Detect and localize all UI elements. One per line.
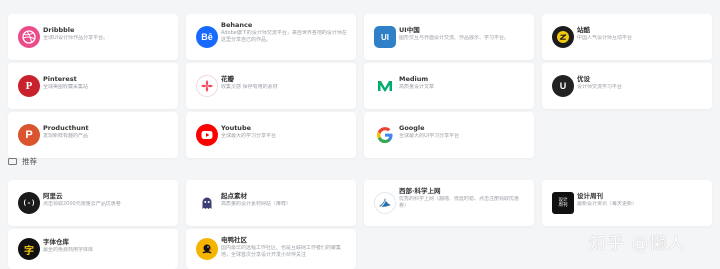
card-desc: 点击领取2000元限量云产品优惠卷: [43, 201, 121, 207]
card-desc: 收集灵感 保存有用的素材: [221, 84, 278, 90]
card-name: 阿里云: [43, 192, 63, 200]
card-name: Behance: [221, 21, 253, 29]
producthunt-icon: P: [18, 124, 40, 146]
card-name: Google: [399, 124, 425, 132]
medium-icon: [374, 75, 396, 97]
dribbble-icon: [18, 26, 40, 48]
card-desc: 图形交互与界面设计交流、作品展示、学习平台。: [399, 35, 510, 41]
card-name: 西部·科学上网: [399, 187, 441, 195]
weekly-icon: 设计 周刊: [552, 192, 574, 214]
youtube-icon: [196, 124, 218, 146]
huaban-icon: [196, 75, 218, 97]
card-aliyun[interactable]: (-) 阿里云 点击领取2000元限量云产品优惠卷: [8, 180, 178, 226]
card-name: 电鸭社区: [221, 236, 247, 244]
card-name: Pinterest: [43, 75, 77, 83]
card-desc: 全球美图收藏采集站: [43, 84, 89, 90]
card-behance[interactable]: Bē Behance Adobe旗下的设计师交流平台，来自世界各地的设计师在这里…: [186, 14, 356, 60]
card-dribbble[interactable]: Dribbble 全球UI设计师作品分享平台。: [8, 14, 178, 60]
card-desc: 高质量设计文章: [399, 84, 435, 90]
card-name: Medium: [399, 75, 429, 83]
section-header: 推荐: [8, 156, 37, 167]
duck-icon: [196, 238, 218, 260]
card-name: UI中国: [399, 26, 420, 34]
font-icon: 字: [18, 238, 40, 260]
behance-icon: Bē: [196, 26, 218, 48]
card-desc: 中国人气设计师互动平台: [577, 35, 633, 41]
card-name: 优设: [577, 75, 590, 83]
card-desc: Adobe旗下的设计师交流平台，来自世界各地的设计师在这里分享自己的作品。: [221, 29, 347, 43]
tag-icon: [8, 158, 17, 165]
card-pinterest[interactable]: P Pinterest 全球美图收藏采集站: [8, 63, 178, 109]
watermark: 知乎 @懒人: [589, 234, 686, 254]
card-ziti[interactable]: 字 字体仓库 最全的免费商用字体库: [8, 229, 178, 269]
pinterest-icon: P: [18, 75, 40, 97]
card-name: 站酷: [577, 26, 590, 34]
section-title: 推荐: [22, 157, 37, 166]
card-google[interactable]: Google 全球最大的UI学习分享平台: [364, 112, 534, 158]
card-desc: 高质量的设计素材网站（推荐）: [221, 201, 292, 207]
zcool-icon: [552, 26, 574, 48]
card-desc: 最新设计资讯（每天更新）: [577, 201, 638, 207]
card-name: 设计周刊: [577, 192, 603, 200]
card-sheji[interactable]: 设计 周刊 设计周刊 最新设计资讯（每天更新）: [542, 180, 712, 226]
card-name: 字体仓库: [43, 238, 69, 246]
card-huaban[interactable]: 花瓣 收集灵感 保存有用的素材: [186, 63, 356, 109]
card-desc: 国内最早的远程工作社区、也是互联网工作者们的聚集地，全球首次分享设计开发小伙伴关…: [221, 244, 342, 258]
card-medium[interactable]: Medium 高质量设计文章: [364, 63, 534, 109]
card-dianshe[interactable]: 电鸭社区 国内最早的远程工作社区、也是互联网工作者们的聚集地，全球首次分享设计开…: [186, 229, 356, 269]
card-desc: 优秀的科学上网（翻墙、低延时稳、点击注册领取优惠券）: [399, 195, 520, 209]
card-name: 花瓣: [221, 75, 234, 83]
card-name: Youtube: [221, 124, 251, 132]
card-desc: 设计师交流学习平台: [577, 84, 623, 90]
card-uichina[interactable]: UI UI中国 图形交互与界面设计交流、作品展示、学习平台。: [364, 14, 534, 60]
card-desc: 发现新鲜有趣的产品: [43, 133, 89, 139]
card-jiyou[interactable]: 起点素材 高质量的设计素材网站（推荐）: [186, 180, 356, 226]
card-name: 起点素材: [221, 192, 247, 200]
ghost-icon: [196, 192, 218, 214]
card-youtube[interactable]: Youtube 全球最大的学习分享平台: [186, 112, 356, 158]
card-zhanku[interactable]: 站酷 中国人气设计师互动平台: [542, 14, 712, 60]
card-desc: 全球最大的学习分享平台: [221, 133, 277, 139]
card-desc: 全球UI设计师作品分享平台。: [43, 35, 109, 41]
uisdc-icon: U: [552, 75, 574, 97]
card-desc: 最全的免费商用字体库: [43, 247, 94, 253]
card-xixi[interactable]: 西部·科学上网 优秀的科学上网（翻墙、低延时稳、点击注册领取优惠券）: [364, 180, 534, 226]
google-icon: [374, 124, 396, 146]
xixi-icon: [374, 192, 396, 214]
card-youshe[interactable]: U 优设 设计师交流学习平台: [542, 63, 712, 109]
aliyun-icon: (-): [18, 192, 40, 214]
card-desc: 全球最大的UI学习分享平台: [399, 133, 460, 139]
card-name: Producthunt: [43, 124, 89, 132]
card-name: Dribbble: [43, 26, 75, 34]
card-producthunt[interactable]: P Producthunt 发现新鲜有趣的产品: [8, 112, 178, 158]
ui-china-icon: UI: [374, 26, 396, 48]
